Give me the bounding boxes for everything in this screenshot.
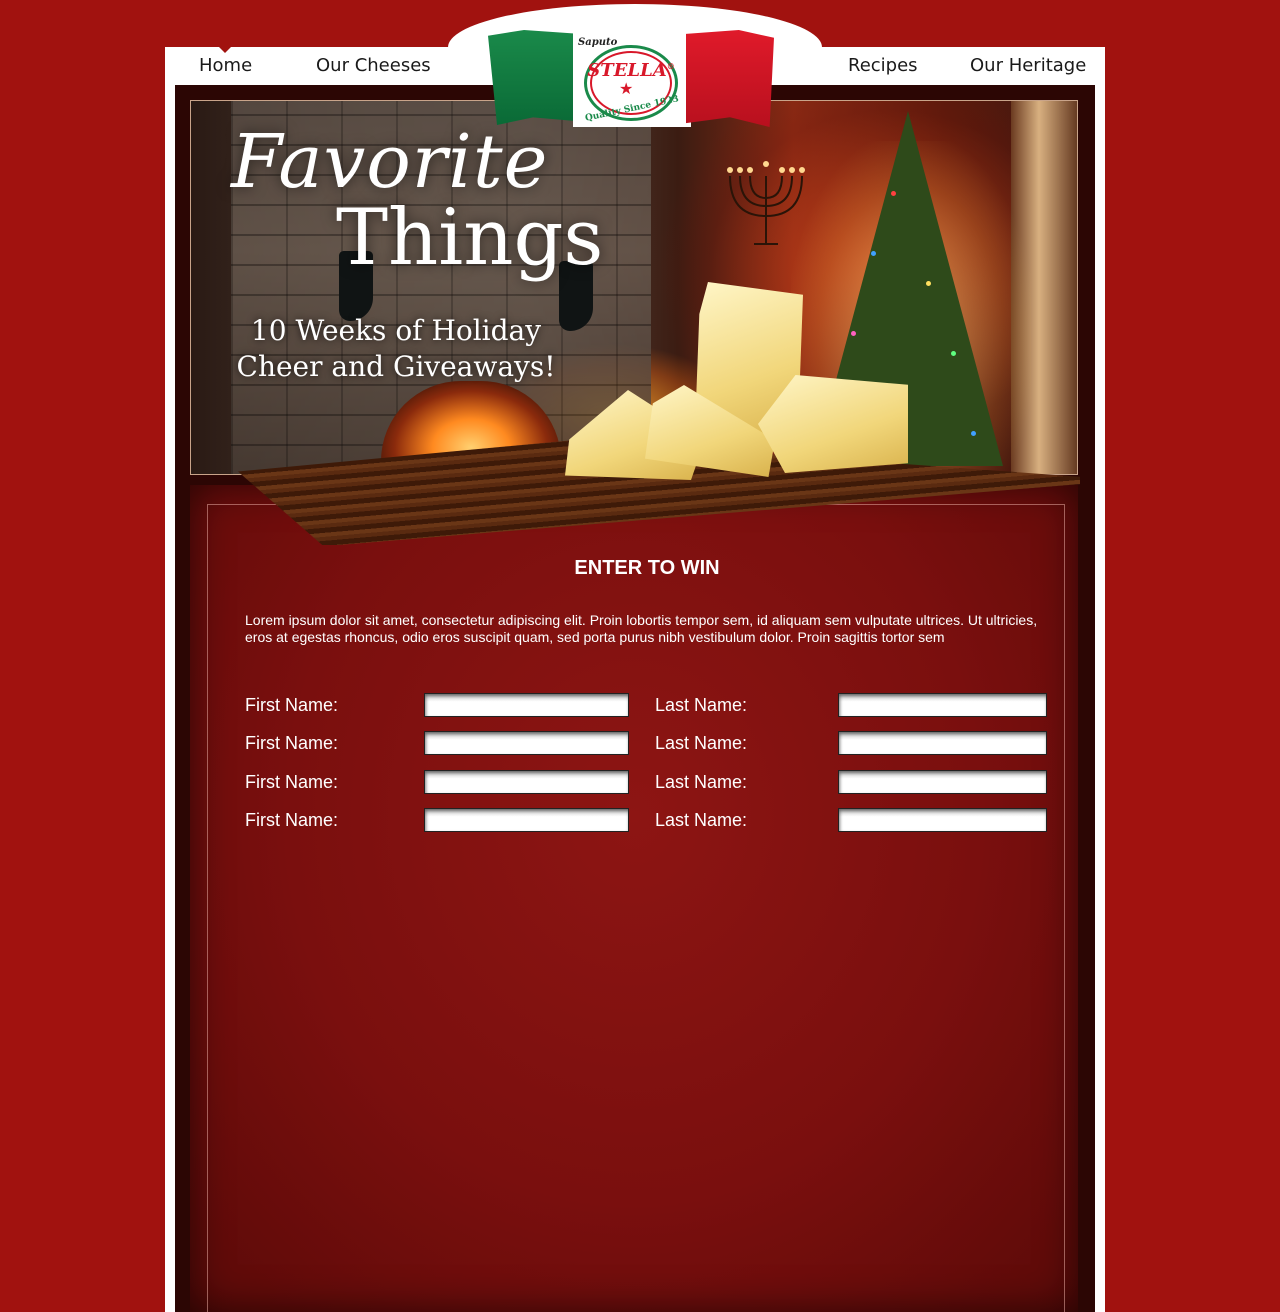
nav-our-heritage[interactable]: Our Heritage (970, 55, 1086, 76)
last-name-input[interactable] (838, 808, 1047, 832)
nav-recipes[interactable]: Recipes (848, 55, 918, 76)
logo-name: STELLA® (587, 60, 675, 81)
nav-home[interactable]: Home (199, 55, 252, 76)
first-name-label: First Name: (245, 772, 339, 792)
first-name-label: First Name: (245, 695, 339, 715)
tree-light (971, 431, 976, 436)
flag-red-band (686, 30, 774, 127)
form-title: ENTER TO WIN (574, 557, 720, 579)
hero-subtitle: 10 Weeks of Holiday Cheer and Giveaways! (236, 314, 556, 383)
first-name-input[interactable] (424, 731, 629, 755)
first-name-input[interactable] (424, 808, 629, 832)
first-name-label: First Name: (245, 810, 339, 830)
last-name-label: Last Name: (655, 733, 748, 753)
first-name-input[interactable] (424, 693, 629, 717)
tree-light (951, 351, 956, 356)
last-name-label: Last Name: (655, 810, 748, 830)
last-name-label: Last Name: (655, 695, 748, 715)
logo-brand-saputo: Saputo (578, 37, 618, 48)
nav-our-cheeses[interactable]: Our Cheeses (316, 55, 431, 76)
tree-light (851, 331, 856, 336)
tree-light (926, 281, 931, 286)
last-name-input[interactable] (838, 693, 1047, 717)
first-name-label: First Name: (245, 733, 339, 753)
last-name-input[interactable] (838, 770, 1047, 794)
form-intro-text: Lorem ipsum dolor sit amet, consectetur … (245, 612, 1038, 645)
last-name-input[interactable] (838, 731, 1047, 755)
star-icon: ★ (619, 79, 634, 98)
tree-light (871, 251, 876, 256)
last-name-label: Last Name: (655, 772, 748, 792)
first-name-input[interactable] (424, 770, 629, 794)
flag-green-band (488, 30, 578, 125)
active-nav-indicator (219, 47, 231, 53)
tree-light (891, 191, 896, 196)
hero-title-things: Things (336, 193, 604, 283)
